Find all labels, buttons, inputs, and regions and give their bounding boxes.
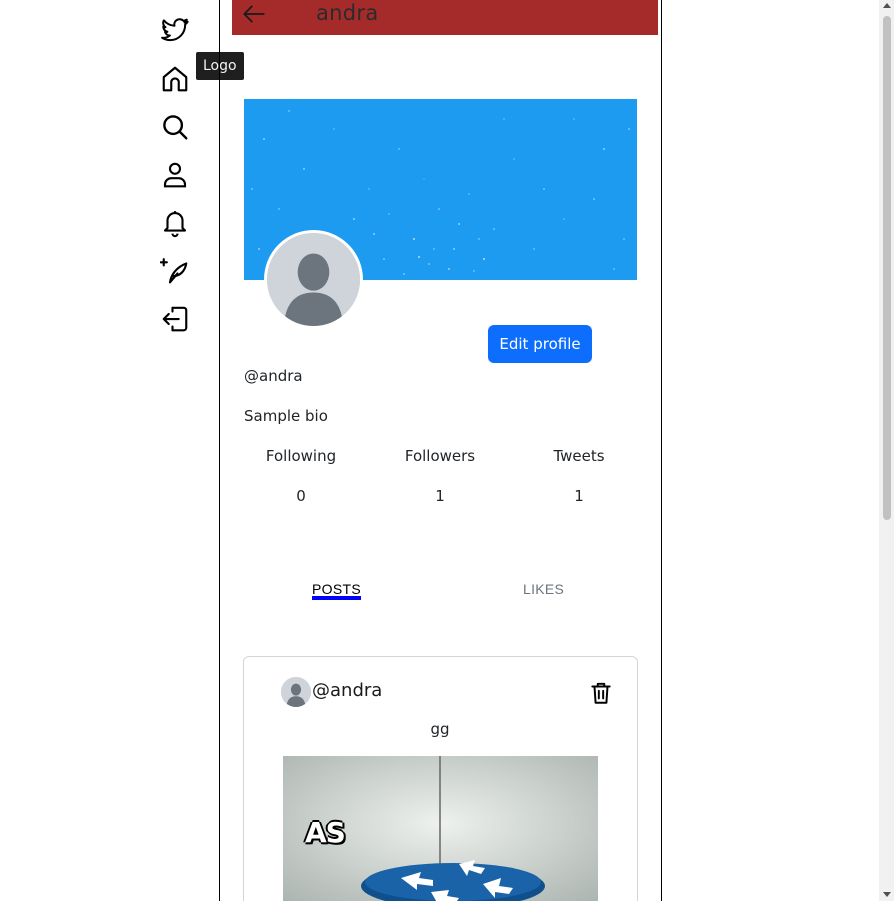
post-handle[interactable]: @andra (312, 679, 382, 703)
search-icon[interactable] (158, 110, 192, 144)
post-text: gg (430, 720, 450, 738)
edit-profile-button[interactable]: Edit profile (488, 325, 592, 363)
arrow-left-icon[interactable] (240, 0, 268, 28)
stat-following-value: 0 (296, 487, 306, 505)
tab-likes[interactable]: LIKES (523, 580, 564, 598)
post-image: AS (283, 756, 598, 901)
profile-header (232, 0, 658, 35)
profile-handle: @andra (244, 367, 303, 385)
post-image-caption: AS (305, 816, 346, 849)
profile-bio: Sample bio (244, 407, 328, 425)
tab-active-indicator (312, 596, 361, 600)
column-divider-left (219, 0, 220, 901)
avatar (264, 230, 363, 329)
bell-icon[interactable] (158, 206, 192, 240)
profile-icon[interactable] (158, 158, 192, 192)
twitter-logo-icon[interactable] (158, 14, 192, 48)
new-tweet-icon[interactable] (158, 254, 192, 288)
stat-tweets-value: 1 (574, 487, 584, 505)
stat-tweets-label: Tweets (553, 447, 605, 465)
logout-icon[interactable] (158, 302, 192, 336)
column-divider-right (661, 0, 662, 901)
trash-icon[interactable] (586, 678, 616, 708)
stat-followers-label[interactable]: Followers (370, 446, 510, 466)
stat-following-label[interactable]: Following (231, 446, 371, 466)
home-icon[interactable] (158, 62, 192, 96)
page-title: andra (316, 1, 379, 25)
stat-followers-value: 1 (435, 487, 445, 505)
scroll-down-icon[interactable] (883, 892, 891, 897)
scroll-up-icon[interactable] (883, 3, 891, 8)
scrollbar-thumb[interactable] (883, 16, 891, 520)
avatar (281, 677, 311, 707)
